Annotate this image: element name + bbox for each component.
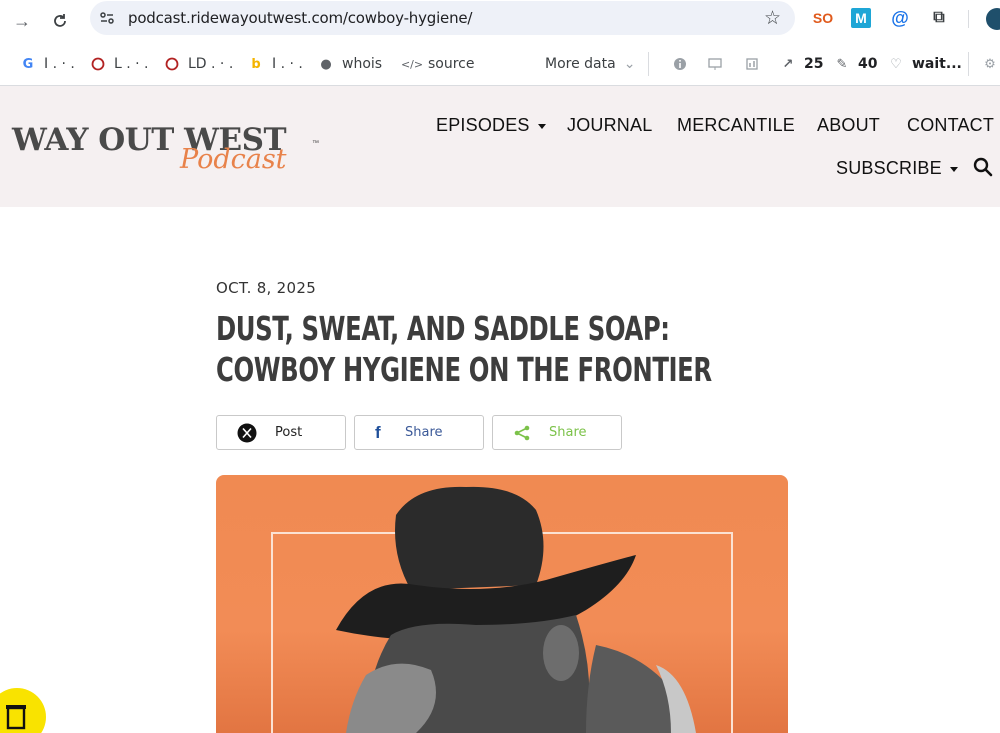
- person-icon: ●: [320, 56, 332, 72]
- bookmark-divider: [648, 52, 649, 76]
- site-info-icon[interactable]: [98, 9, 116, 27]
- bookmark-item[interactable]: G I . · .: [20, 55, 75, 73]
- url-text[interactable]: podcast.ridewayoutwest.com/cowboy-hygien…: [128, 9, 472, 27]
- share-x-label: Post: [275, 425, 303, 440]
- edit-stat[interactable]: ✎ 40: [834, 55, 878, 73]
- bookmark-label: I . · .: [44, 56, 75, 72]
- extensions-puzzle-icon[interactable]: ⧉: [929, 8, 949, 28]
- site-header: WAY OUT WEST Podcast ™: [0, 86, 1000, 207]
- extension-at-icon[interactable]: @: [890, 8, 910, 28]
- settings-button[interactable]: ⚙: [982, 55, 998, 73]
- nav-episodes[interactable]: EPISODES: [436, 115, 546, 136]
- chart-button[interactable]: [744, 55, 760, 73]
- logo-podcast-script: Podcast: [180, 144, 287, 175]
- edit-count: 40: [858, 56, 878, 72]
- info-icon: [672, 56, 688, 72]
- nav-mercantile[interactable]: MERCANTILE: [677, 115, 795, 136]
- bookmark-divider: [968, 52, 969, 76]
- share-x-button[interactable]: Post: [216, 415, 346, 450]
- bookmark-label: source: [428, 56, 475, 72]
- article-date: OCT. 8, 2025: [216, 279, 317, 297]
- bookmark-item[interactable]: </> source: [400, 55, 475, 73]
- monitor-icon: [707, 56, 723, 72]
- bookmark-star-icon[interactable]: ☆: [764, 7, 781, 30]
- more-data-label: More data: [545, 56, 616, 72]
- share-facebook-label: Share: [405, 425, 443, 440]
- cowboy-illustration: [336, 486, 696, 733]
- external-link-icon: ↗: [782, 56, 794, 72]
- bookmarks-bar: G I . · . L . · . LD . · . b I . · . ● w…: [0, 42, 1000, 86]
- toolbar-divider: [968, 10, 969, 28]
- heart-icon: ♡: [890, 56, 902, 72]
- bookmark-item[interactable]: LD . · .: [164, 55, 233, 73]
- coffee-cup-icon: [6, 705, 26, 730]
- bookmark-item[interactable]: ● whois: [318, 55, 382, 73]
- wait-status[interactable]: ♡ wait...: [888, 55, 962, 73]
- extension-m-icon[interactable]: M: [851, 8, 871, 28]
- article-title-line: COWBOY HYGIENE ON THE FRONTIER: [216, 350, 712, 389]
- profile-avatar[interactable]: [986, 8, 1000, 30]
- extension-seo-icon[interactable]: SO: [813, 8, 833, 28]
- code-icon: </>: [400, 57, 424, 71]
- x-logo-icon: [237, 423, 257, 442]
- bookmark-item[interactable]: L . · .: [90, 55, 149, 73]
- share-generic-label: Share: [549, 425, 587, 440]
- circle-icon: [164, 56, 180, 72]
- share-facebook-button[interactable]: f Share: [354, 415, 484, 450]
- google-icon: G: [22, 56, 34, 72]
- nav-subscribe-label: SUBSCRIBE: [836, 158, 942, 178]
- bookmark-item[interactable]: b I . · .: [248, 55, 303, 73]
- circle-icon: [90, 56, 106, 72]
- caret-down-icon: [537, 123, 546, 129]
- edit-icon: ✎: [836, 56, 848, 72]
- article-title: DUST, SWEAT, AND SADDLE SOAP: COWBOY HYG…: [216, 308, 774, 390]
- share-generic-button[interactable]: Share: [492, 415, 622, 450]
- browser-toolbar: → podcast.ridewayoutwest.com/cowboy-hygi…: [0, 0, 1000, 42]
- facebook-icon: f: [375, 422, 381, 442]
- bookmark-label: whois: [342, 56, 383, 72]
- info-button[interactable]: [672, 55, 688, 73]
- forward-icon[interactable]: →: [8, 7, 36, 35]
- article-hero-image: [216, 475, 788, 733]
- bing-icon: b: [251, 56, 261, 72]
- chat-widget-button[interactable]: [0, 688, 46, 733]
- search-icon[interactable]: [973, 157, 993, 177]
- backlinks-count: 25: [804, 56, 824, 72]
- share-icon: [514, 425, 530, 440]
- nav-subscribe[interactable]: SUBSCRIBE: [836, 158, 958, 179]
- more-data-dropdown[interactable]: More data ⌄: [545, 55, 635, 73]
- backlinks-stat[interactable]: ↗ 25: [780, 55, 824, 73]
- gear-icon: ⚙: [984, 56, 996, 72]
- bookmark-label: I . · .: [272, 56, 303, 72]
- wait-label: wait...: [912, 56, 962, 72]
- article-title-line: DUST, SWEAT, AND SADDLE SOAP:: [216, 309, 670, 348]
- bookmark-label: L . · .: [114, 56, 149, 72]
- reload-icon[interactable]: [46, 7, 74, 35]
- nav-episodes-label: EPISODES: [436, 115, 530, 135]
- caret-down-icon: [949, 166, 958, 172]
- monitor-button[interactable]: [707, 55, 723, 73]
- chevron-down-icon: ⌄: [623, 56, 636, 72]
- address-bar[interactable]: podcast.ridewayoutwest.com/cowboy-hygien…: [90, 1, 795, 35]
- nav-journal[interactable]: JOURNAL: [567, 115, 652, 136]
- nav-about[interactable]: ABOUT: [817, 115, 880, 136]
- chart-icon: [744, 56, 760, 72]
- bookmark-label: LD . · .: [188, 56, 234, 72]
- site-logo[interactable]: WAY OUT WEST Podcast ™: [12, 122, 332, 182]
- logo-trademark: ™: [312, 140, 319, 147]
- nav-contact[interactable]: CONTACT: [907, 115, 994, 136]
